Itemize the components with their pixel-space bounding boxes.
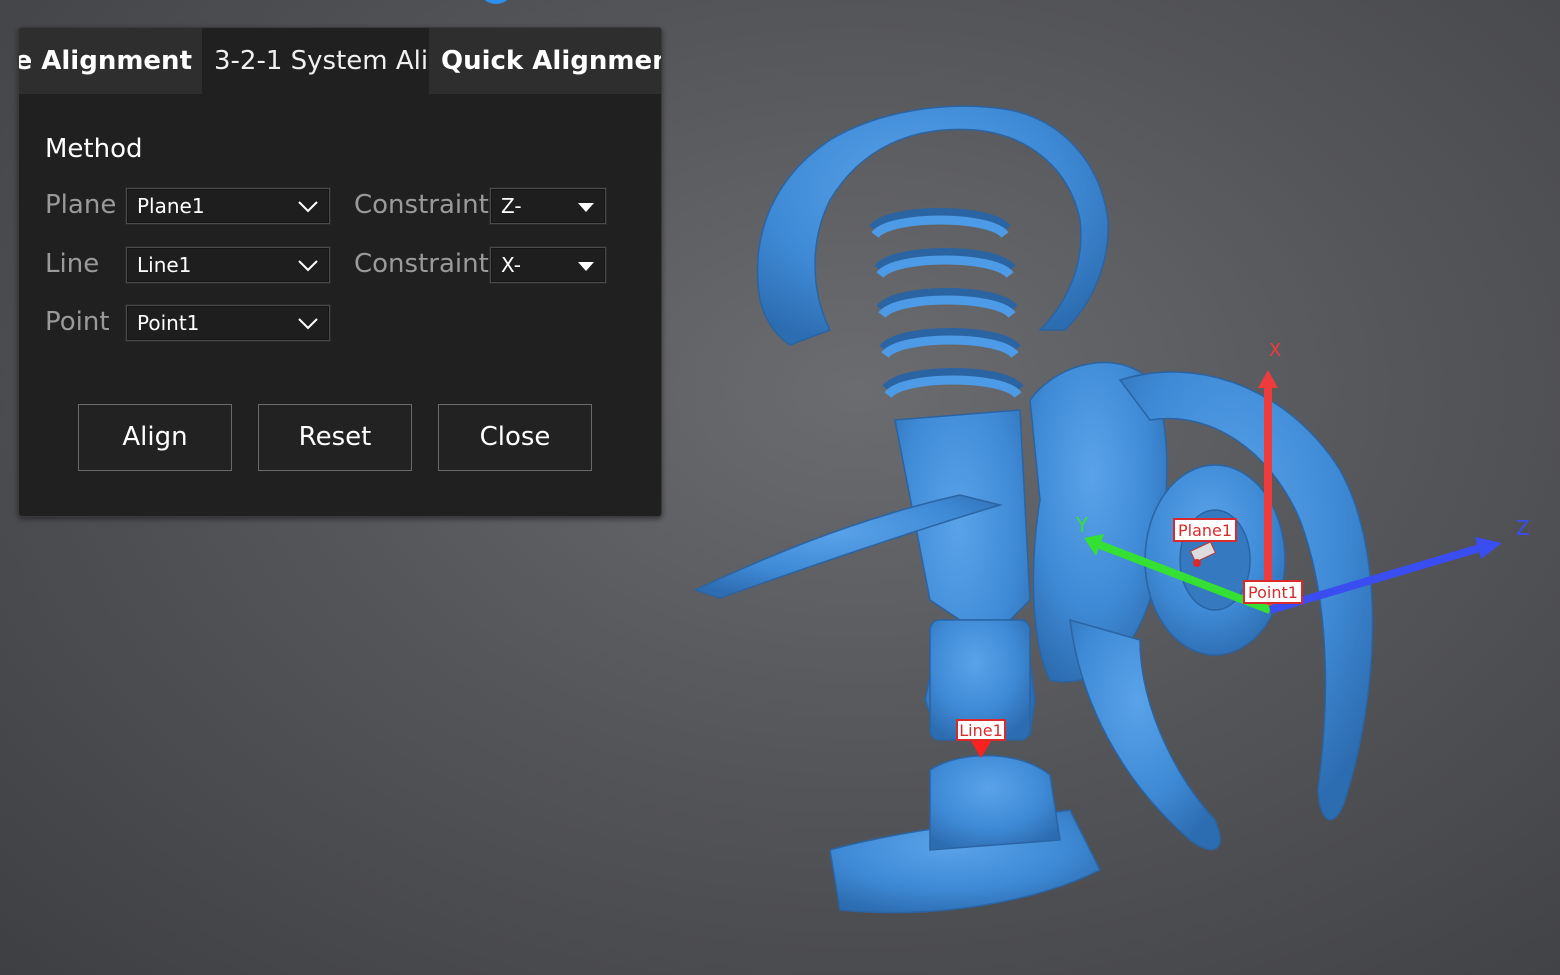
plane-label: Plane <box>45 190 117 220</box>
tab-precise-alignment[interactable]: Precise Alignment <box>19 28 202 94</box>
alignment-tabs: Precise Alignment 3-2-1 System Alignment… <box>19 28 661 94</box>
point-marker-label: Point1 <box>1248 583 1298 602</box>
align-button[interactable]: Align <box>78 404 232 471</box>
chevron-down-icon <box>298 318 318 330</box>
plane-select-value: Plane1 <box>137 194 205 218</box>
chevron-down-icon <box>298 201 318 213</box>
dropdown-triangle-icon <box>578 203 594 212</box>
plane-constraint-label: Constraint <box>354 190 489 220</box>
line-select-value: Line1 <box>137 253 192 277</box>
dropdown-triangle-icon <box>578 262 594 271</box>
point-marker[interactable]: Point1 <box>1243 580 1303 604</box>
tab-quick-alignment[interactable]: Quick Alignment <box>429 28 661 94</box>
reset-button[interactable]: Reset <box>258 404 412 471</box>
alignment-panel: Precise Alignment 3-2-1 System Alignment… <box>18 27 662 517</box>
plane-constraint-select[interactable]: Z- <box>490 188 606 224</box>
plane-constraint-value: Z- <box>501 194 522 218</box>
point-select[interactable]: Point1 <box>126 305 330 341</box>
axis-x-label: X <box>1269 340 1281 361</box>
line-constraint-select[interactable]: X- <box>490 247 606 283</box>
plane-select[interactable]: Plane1 <box>126 188 330 224</box>
tab-3-2-1-system-alignment[interactable]: 3-2-1 System Alignment <box>202 28 429 94</box>
axis-z-label: Z <box>1516 516 1530 540</box>
line-constraint-label: Constraint <box>354 249 489 279</box>
method-title: Method <box>45 134 143 164</box>
line-select[interactable]: Line1 <box>126 247 330 283</box>
line-marker-label: Line1 <box>959 721 1003 740</box>
plane-marker-label: Plane1 <box>1178 521 1232 540</box>
line-constraint-value: X- <box>501 253 521 277</box>
axis-y-label: Y <box>1075 513 1089 537</box>
close-button[interactable]: Close <box>438 404 592 471</box>
line-label: Line <box>45 249 100 279</box>
chevron-down-icon <box>298 260 318 272</box>
point-select-value: Point1 <box>137 311 200 335</box>
line-marker[interactable]: Line1 <box>956 719 1006 758</box>
point-label: Point <box>45 307 110 337</box>
